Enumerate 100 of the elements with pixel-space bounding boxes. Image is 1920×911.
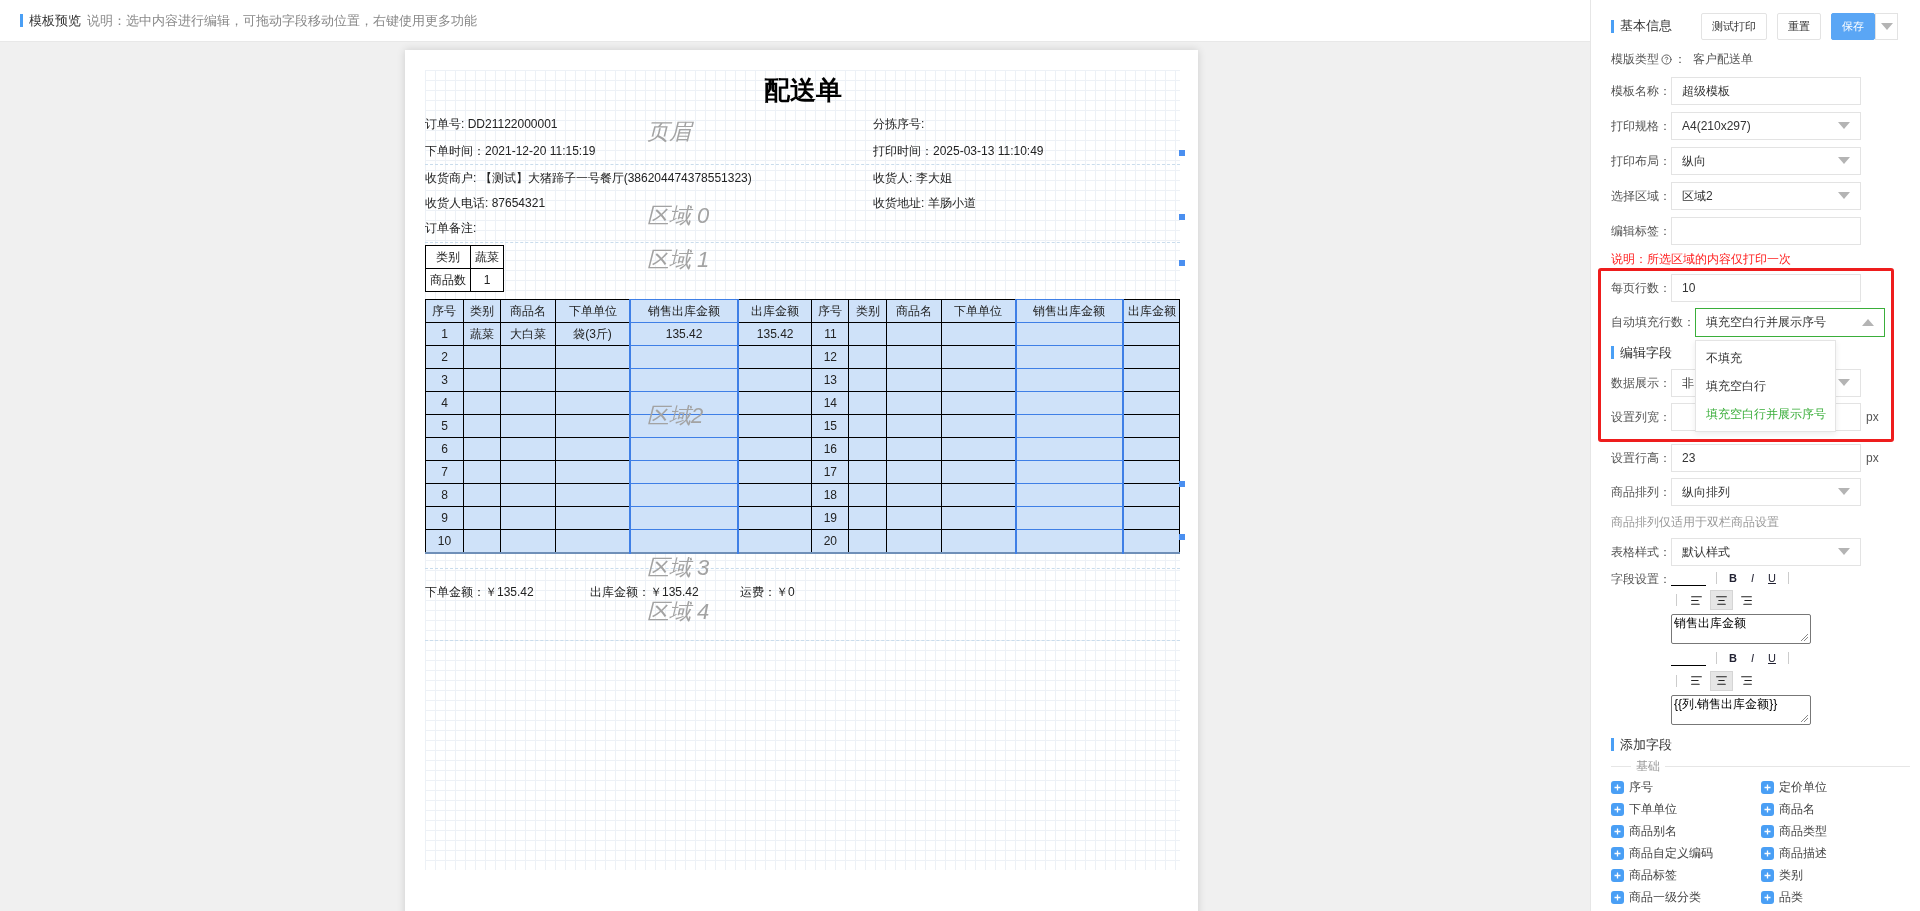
caret-down-icon <box>1838 488 1850 495</box>
column-header: 销售出库金额 <box>1015 299 1124 323</box>
section-title: 模板预览 <box>29 11 81 30</box>
text-input[interactable]: 23 <box>1671 443 1861 472</box>
add-icon <box>1611 868 1624 882</box>
add-field-button[interactable]: 下单单位 <box>1611 798 1761 820</box>
format-button[interactable]: B <box>1727 650 1739 667</box>
format-button[interactable]: I <box>1748 650 1756 667</box>
document-title: 配送单 <box>763 73 842 107</box>
resize-handle[interactable] <box>1179 534 1185 540</box>
resize-handle[interactable] <box>1179 260 1185 266</box>
table-cell <box>463 483 501 507</box>
dropdown-option[interactable]: 不填充 <box>1696 343 1835 372</box>
table-cell: 1 <box>425 322 464 346</box>
column-header: 出库金额 <box>1123 299 1180 323</box>
add-field-button[interactable]: 类别 <box>1760 864 1910 886</box>
table-cell: 类别 <box>425 245 471 269</box>
format-button[interactable]: U <box>1766 569 1778 586</box>
table-cell: 16 <box>811 437 849 461</box>
table-cell <box>500 437 556 461</box>
select-field[interactable]: A4(210x297) <box>1671 111 1861 140</box>
text-input[interactable] <box>1671 216 1861 245</box>
resize-grip-icon <box>1801 634 1808 641</box>
add-field-button[interactable]: 商品标签 <box>1611 864 1761 886</box>
text-input[interactable]: 超级模板 <box>1671 76 1861 105</box>
format-button[interactable]: I <box>1748 569 1756 586</box>
format-button[interactable]: B <box>1727 569 1739 586</box>
select-field[interactable]: 区域2 <box>1671 181 1861 210</box>
add-field-button[interactable]: 商品描述 <box>1760 842 1910 864</box>
table-cell: 17 <box>811 460 849 484</box>
format-button[interactable]: U <box>1766 650 1778 667</box>
table-cell <box>886 414 942 438</box>
field-label: 模板名称： <box>1611 82 1671 100</box>
add-field-button[interactable]: 序号 <box>1611 776 1761 798</box>
action-button[interactable]: 测试打印 <box>1701 12 1767 40</box>
zone-label: 区域 4 <box>647 600 710 624</box>
field-label: 模版类型 <box>1611 51 1659 68</box>
action-button[interactable]: 重置 <box>1777 12 1821 40</box>
table-cell <box>886 368 942 392</box>
table-cell: 3 <box>425 368 464 392</box>
caret-down-icon <box>1838 379 1850 386</box>
total-amount: 出库金额：￥135.42 <box>590 584 699 599</box>
add-field-button[interactable]: 商品别名 <box>1611 820 1761 842</box>
text-input[interactable]: 10 <box>1671 274 1861 302</box>
dropdown-option[interactable]: 填充空白行 <box>1696 371 1835 400</box>
align-right-icon <box>1740 593 1753 607</box>
table-cell <box>1123 414 1180 438</box>
info-field: 打印时间：2025-03-13 11:10:49 <box>873 143 1044 158</box>
table-cell <box>886 460 942 484</box>
add-field-button[interactable]: 商品自定义编码 <box>1611 842 1761 864</box>
column-header: 销售出库金额 <box>630 299 738 323</box>
align-center-icon <box>1715 674 1728 687</box>
resize-handle[interactable] <box>1179 481 1185 487</box>
field-label: 设置列宽： <box>1611 408 1671 426</box>
table-cell <box>886 483 942 507</box>
text-area[interactable]: {{列.销售出库金额}} <box>1671 694 1811 725</box>
section-title: 编辑字段 <box>1620 344 1672 362</box>
info-field: 收货商户: 【测试】大猪蹄子一号餐厅(386204474378551323) <box>425 170 752 185</box>
add-field-button[interactable]: 品类 <box>1760 886 1910 908</box>
table-cell: 6 <box>425 437 464 461</box>
info-field: 收货地址: 羊肠小道 <box>873 195 976 210</box>
table-cell: 8 <box>425 483 464 507</box>
table-cell <box>886 506 942 530</box>
table-cell <box>500 368 556 392</box>
field-label: 打印规格： <box>1611 117 1671 135</box>
add-field-button[interactable]: 商品一级分类 <box>1611 886 1761 908</box>
help-icon <box>1661 53 1672 65</box>
select-field[interactable]: 默认样式 <box>1671 537 1861 566</box>
table-cell <box>848 368 887 392</box>
table-cell <box>463 345 501 369</box>
table-cell <box>848 460 887 484</box>
field-label: 自动填充行数： <box>1611 314 1695 331</box>
field-label: 表格样式： <box>1611 543 1671 561</box>
hint-text: 商品排列仅适用于双栏商品设置 <box>1611 513 1780 530</box>
select-field[interactable]: 纵向 <box>1671 146 1861 175</box>
column-header: 类别 <box>848 299 887 323</box>
table-cell: 11 <box>811 322 849 346</box>
add-field-button[interactable]: 商品名 <box>1760 798 1910 820</box>
column-header: 序号 <box>425 299 464 323</box>
table-cell: 4 <box>425 391 464 415</box>
info-field: 订单号: DD21122000001 <box>425 116 558 131</box>
select-field[interactable]: 填充空白行并展示序号 <box>1695 307 1885 337</box>
caret-down-icon <box>1838 157 1850 164</box>
add-icon <box>1611 824 1624 838</box>
text-area[interactable]: 销售出库金额 <box>1671 614 1811 644</box>
info-field: 收货人: 李大姐 <box>873 170 952 185</box>
resize-handle[interactable] <box>1179 150 1185 156</box>
select-field[interactable]: 纵向排列 <box>1671 477 1861 506</box>
table-cell: 19 <box>811 506 849 530</box>
align-left-icon <box>1690 674 1703 687</box>
info-field: 订单备注: <box>425 220 477 235</box>
add-field-button[interactable]: 定价单位 <box>1760 776 1910 798</box>
add-field-button[interactable]: 商品类型 <box>1760 820 1910 842</box>
align-center-button[interactable] <box>1710 590 1733 610</box>
resize-handle[interactable] <box>1179 214 1185 220</box>
table-cell: 135.42 <box>630 322 738 346</box>
align-center-button[interactable] <box>1710 670 1733 691</box>
add-icon <box>1611 846 1624 860</box>
table-cell: 14 <box>811 391 849 415</box>
table-cell <box>1123 345 1180 369</box>
